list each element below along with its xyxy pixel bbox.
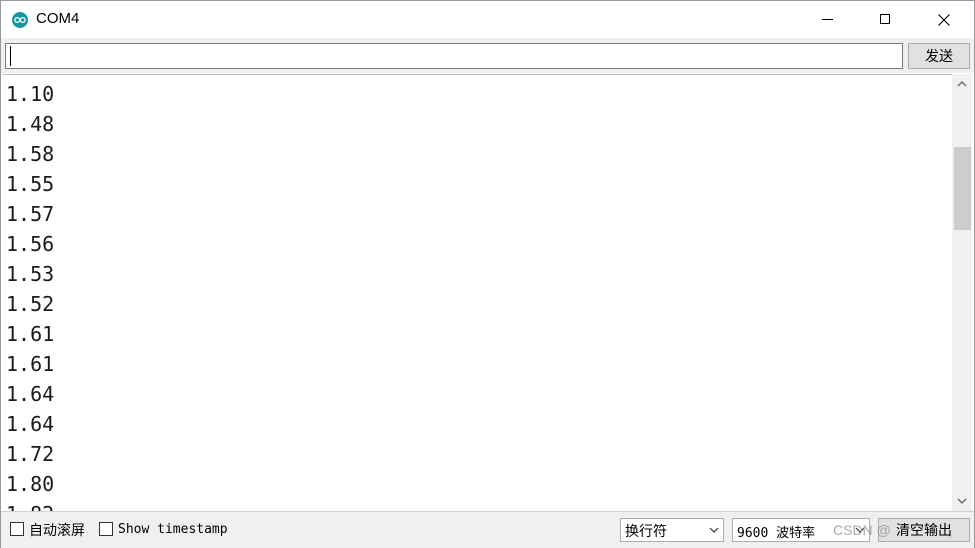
scroll-thumb[interactable] [954, 147, 971, 230]
scroll-up-button[interactable] [952, 74, 972, 94]
minimize-button[interactable] [799, 1, 857, 38]
scroll-down-button[interactable] [952, 491, 972, 511]
output-line: 1.61 [6, 322, 55, 346]
chevron-down-icon [709, 527, 719, 533]
send-bar: 发送 [1, 38, 974, 73]
serial-output[interactable]: 1.10 1.48 1.58 1.55 1.57 1.56 1.53 1.52 1.61 1.61… [3, 74, 952, 512]
output-line: 1.64 [6, 412, 55, 436]
output-line: 1.53 [6, 262, 55, 286]
clear-output-button[interactable]: 清空输出 [878, 518, 970, 542]
close-icon [938, 14, 950, 26]
autoscroll-label[interactable]: 自动滚屏 [29, 520, 85, 540]
output-line: 1.72 [6, 442, 55, 466]
output-line: 1.56 [6, 232, 55, 256]
arduino-icon [12, 12, 28, 28]
send-input[interactable] [5, 43, 903, 69]
output-line: 1.55 [6, 172, 55, 196]
maximize-icon [880, 14, 890, 24]
output-line: 1.52 [6, 292, 55, 316]
status-bar: 自动滚屏 Show timestamp 换行符 9600 波特率 清空输出 CS… [1, 511, 974, 548]
output-line: 1.58 [6, 142, 55, 166]
minimize-icon [822, 19, 833, 20]
output-line: 1.48 [6, 112, 55, 136]
send-button[interactable]: 发送 [908, 43, 970, 69]
window-title: COM4 [36, 10, 80, 27]
output-line: 1.57 [6, 202, 55, 226]
title-bar[interactable]: COM4 [1, 1, 974, 38]
output-line: 1.64 [6, 382, 55, 406]
autoscroll-checkbox[interactable] [10, 522, 24, 536]
serial-monitor-window: COM4 发送 1.10 1.48 1.58 1.55 1.57 1.56 1.53 1.52… [0, 0, 975, 548]
baud-rate-value: 9600 波特率 [737, 526, 816, 541]
line-ending-select[interactable]: 换行符 [620, 518, 724, 542]
maximize-button[interactable] [857, 1, 915, 38]
chevron-down-icon [957, 498, 967, 504]
output-line: 1.61 [6, 352, 55, 376]
timestamp-checkbox[interactable] [99, 522, 113, 536]
timestamp-label[interactable]: Show timestamp [118, 522, 228, 537]
line-ending-value: 换行符 [625, 524, 667, 540]
output-line: 1.10 [6, 82, 55, 106]
vertical-scrollbar[interactable] [952, 74, 972, 511]
close-button[interactable] [915, 1, 973, 38]
chevron-up-icon [957, 81, 967, 87]
output-line: 1.80 [6, 472, 55, 496]
text-caret [10, 46, 11, 66]
watermark: CSDN @ [833, 522, 891, 538]
